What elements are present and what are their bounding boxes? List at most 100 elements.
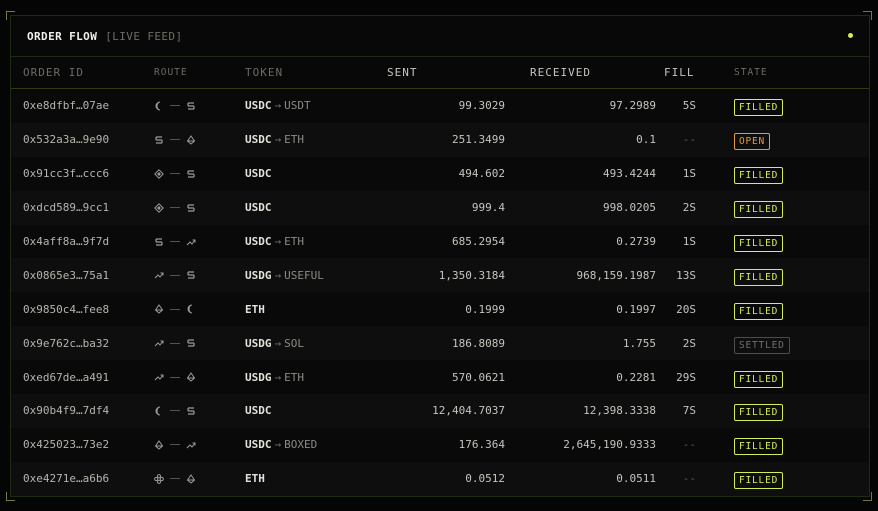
status-badge: FILLED <box>734 167 784 185</box>
order-id[interactable]: 0x9e762c…ba32 <box>11 337 154 350</box>
arrow-right-icon: → <box>274 438 282 452</box>
sent-amount: 99.3029 <box>458 99 505 113</box>
status-badge: FILLED <box>734 235 784 252</box>
trend-icon <box>154 270 164 280</box>
route-connector <box>170 444 180 446</box>
route-connector <box>170 105 180 107</box>
order-id[interactable]: 0x4aff8a…9f7d <box>11 235 154 248</box>
table-row[interactable]: 0x0865e3…75a1 USDG → USEFUL 1,350.3184 968,15… <box>11 258 869 293</box>
received-amount: 1.755 <box>622 336 656 350</box>
fill-time: 29S <box>676 370 696 384</box>
order-id[interactable]: 0xdcd589…9cc1 <box>11 201 154 214</box>
table-row[interactable]: 0x532a3a…9e90 USDC → ETH 251.3499 0.1 -- OPEN <box>11 122 869 157</box>
order-id[interactable]: 0xe4271e…a6b6 <box>11 472 154 485</box>
status-badge: OPEN <box>734 133 771 151</box>
trend-icon <box>186 440 196 450</box>
token-from: USDG <box>245 336 272 350</box>
token-to: USEFUL <box>284 268 324 282</box>
table-row[interactable]: 0x4aff8a…9f7d USDC → ETH 685.2954 0.2739 1S FIL… <box>11 224 869 259</box>
received-amount: 0.0511 <box>616 472 656 486</box>
order-id[interactable]: 0x425023…73e2 <box>11 438 154 451</box>
table-row[interactable]: 0xdcd589…9cc1 USDC 999.4 998.0205 2S FILLED <box>11 190 869 225</box>
state-cell: OPEN <box>696 129 771 151</box>
sent-amount: 570.0621 <box>452 370 505 384</box>
live-indicator-dot <box>848 33 853 38</box>
order-id[interactable]: 0x90b4f9…7df4 <box>11 404 154 417</box>
table-row[interactable]: 0xed67de…a491 USDG → ETH 570.0621 0.2281 29S FI… <box>11 360 869 395</box>
table-row[interactable]: 0x91cc3f…ccc6 USDC 494.602 493.4244 1S FILLED <box>11 156 869 191</box>
cross-icon <box>154 473 164 484</box>
order-id[interactable]: 0x0865e3…75a1 <box>11 269 154 282</box>
fill-time: 7S <box>682 404 696 418</box>
column-header-received[interactable]: RECEIVED <box>505 66 656 79</box>
table-row[interactable]: 0xe4271e…a6b6 ETH 0.0512 0.0511 -- FILLED <box>11 461 869 496</box>
fill-time: 1S <box>682 235 696 248</box>
fill-time: 2S <box>682 336 696 350</box>
stack-icon <box>186 338 196 348</box>
status-badge: FILLED <box>734 472 784 490</box>
order-table-body: 0xe8dfbf…07ae USDC → USDT 99.3029 97.2989 5S FI… <box>11 89 869 496</box>
drop-icon <box>154 439 164 450</box>
order-id[interactable]: 0x9850c4…fee8 <box>11 303 154 316</box>
token-to: ETH <box>284 370 304 384</box>
table-row[interactable]: 0xe8dfbf…07ae USDC → USDT 99.3029 97.2989 5S FI… <box>11 89 869 123</box>
moon-icon <box>154 101 164 111</box>
token-pair: ETH <box>245 472 335 485</box>
sent-amount: 176.364 <box>458 438 505 452</box>
column-header-state[interactable]: STATE <box>696 67 768 78</box>
table-row[interactable]: 0x90b4f9…7df4 USDC 12,404.7037 12,398.3338 7… <box>11 394 869 428</box>
table-row[interactable]: 0x9e762c…ba32 USDG → SOL 186.8089 1.755 2S SETT… <box>11 326 869 361</box>
token-pair: USDC → ETH <box>245 133 335 146</box>
column-header-order-id[interactable]: ORDER ID <box>11 66 154 79</box>
table-row[interactable]: 0x9850c4…fee8 ETH 0.1999 0.1997 20S FILLED <box>11 292 869 327</box>
state-cell: FILLED <box>696 197 784 219</box>
route-connector <box>170 241 180 242</box>
status-badge: FILLED <box>734 201 784 219</box>
table-row[interactable]: 0x425023…73e2 USDC → BOXED 176.364 2,645,190.… <box>11 427 869 462</box>
order-id[interactable]: 0xed67de…a491 <box>11 371 154 384</box>
moon-icon <box>186 304 196 314</box>
route-path <box>154 134 245 145</box>
token-pair: USDC → ETH <box>245 235 335 248</box>
column-header-sent[interactable]: SENT <box>335 66 505 79</box>
drop-icon <box>186 372 196 382</box>
token-to: USDT <box>284 99 311 113</box>
arrow-right-icon: → <box>274 370 282 384</box>
stack-icon <box>186 169 196 179</box>
arrow-right-icon: → <box>274 268 282 282</box>
column-header-token[interactable]: TOKEN <box>245 66 335 79</box>
column-header-fill[interactable]: FILL <box>656 66 696 79</box>
sent-amount: 251.3499 <box>452 133 505 147</box>
token-from: USDC <box>245 404 272 418</box>
status-badge: FILLED <box>734 302 784 320</box>
route-connector <box>170 139 180 141</box>
trend-icon <box>154 338 164 348</box>
state-cell: FILLED <box>696 163 784 185</box>
route-connector <box>170 478 180 480</box>
token-from: USDC <box>245 167 272 181</box>
route-path <box>154 304 245 314</box>
status-badge: FILLED <box>734 370 784 388</box>
order-id[interactable]: 0xe8dfbf…07ae <box>11 99 154 112</box>
status-badge: FILLED <box>734 268 784 286</box>
route-path <box>154 473 245 484</box>
route-connector <box>170 410 180 412</box>
state-cell: SETTLED <box>696 333 790 354</box>
state-cell: FILLED <box>696 434 784 456</box>
status-badge: FILLED <box>734 99 784 117</box>
received-amount: 97.2989 <box>609 99 656 113</box>
route-path <box>154 270 245 280</box>
token-pair: USDC <box>245 404 335 417</box>
received-amount: 998.0205 <box>603 201 656 215</box>
column-header-route[interactable]: ROUTE <box>154 67 245 78</box>
token-pair: USDG → USEFUL <box>245 269 335 282</box>
route-connector <box>170 173 180 175</box>
token-pair: USDG → ETH <box>245 371 335 384</box>
route-connector <box>170 376 180 378</box>
route-connector <box>170 207 180 209</box>
fill-time: -- <box>682 472 696 486</box>
stack-icon <box>154 237 164 247</box>
stack-icon <box>154 135 164 145</box>
order-id[interactable]: 0x532a3a…9e90 <box>11 133 154 146</box>
order-id[interactable]: 0x91cc3f…ccc6 <box>11 167 154 180</box>
